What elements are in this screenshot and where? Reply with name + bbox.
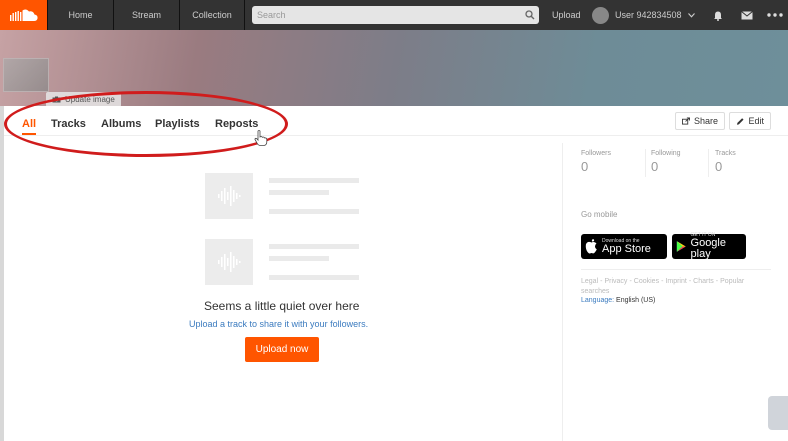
footer-links: Legal - Privacy - Cookies - Imprint - Charts - Pop… [581,277,766,297]
edit-label: Edit [748,116,764,126]
footer-link-legal[interactable]: Legal [581,278,598,285]
app-store-badge[interactable]: Download on the App Store [581,234,667,259]
google-play-big-text: Google play [690,237,726,260]
sidebar-divider [562,143,563,441]
avatar [592,6,609,24]
placeholder-line [269,256,329,261]
placeholder-line [269,178,359,183]
stat-separator [645,149,646,177]
footer-link-privacy[interactable]: Privacy [604,278,627,285]
sidebar-rule [581,269,771,270]
stat-label: Following [651,150,681,157]
footer-link-imprint[interactable]: Imprint [665,278,686,285]
placeholder-line [269,244,359,249]
footer-separator: - [688,278,692,285]
nav-home[interactable]: Home [47,0,113,30]
search-input[interactable] [252,6,521,24]
notifications-bell-icon[interactable] [708,0,728,30]
stat-value: 0 [715,159,723,174]
watermark-logo [768,396,788,430]
language-selector[interactable]: Language: English (US) [581,297,655,304]
chevron-down-icon [687,10,695,20]
stat-separator [708,149,709,177]
app-store-text: Download on the App Store [602,238,651,255]
placeholder-waveform-icon [205,239,253,285]
nav-upload[interactable]: Upload [552,0,581,30]
google-play-text: GET IT ON Google play [691,233,742,260]
stat-value: 0 [581,159,589,174]
pencil-icon [736,117,744,125]
app-store-big-text: App Store [602,242,651,255]
stat-followers[interactable]: Followers 0 [581,150,611,174]
user-menu[interactable]: User 942834508 [592,0,695,30]
profile-image[interactable] [3,58,49,92]
placeholder-line [269,190,329,195]
stat-label: Tracks [715,150,736,157]
upload-now-button[interactable]: Upload now [245,337,319,362]
cloud-icon [9,9,38,21]
search-icon[interactable] [521,6,539,24]
search-box [252,6,539,24]
empty-state-upload-link[interactable]: Upload a track to share it with your fol… [189,319,368,329]
more-options-icon[interactable] [764,0,786,30]
go-mobile-heading: Go mobile [581,210,618,219]
footer-separator: - [600,278,603,285]
google-play-icon [676,241,686,252]
footer-separator: - [661,278,664,285]
google-play-badge[interactable]: GET IT ON Google play [672,233,746,260]
messages-envelope-icon[interactable] [737,0,757,30]
share-button[interactable]: Share [675,112,725,130]
share-label: Share [693,116,718,126]
soundcloud-logo[interactable] [0,0,47,30]
stat-label: Followers [581,150,611,157]
placeholder-line [269,209,359,214]
share-icon [682,117,690,125]
nav-collection[interactable]: Collection [179,0,245,30]
edit-button[interactable]: Edit [729,112,771,130]
footer-link-charts[interactable]: Charts [693,278,714,285]
placeholder-line [269,275,359,280]
hand-cursor-icon [254,130,268,151]
username-label: User 942834508 [615,10,682,20]
nav-stream[interactable]: Stream [113,0,179,30]
stat-following[interactable]: Following 0 [651,150,681,174]
footer-separator: - [715,278,719,285]
empty-state-title: Seems a little quiet over here [204,299,360,313]
stat-value: 0 [651,159,659,174]
stat-tracks[interactable]: Tracks 0 [715,150,736,174]
language-value: English (US) [616,297,656,304]
apple-icon [585,239,597,254]
footer-link-cookies[interactable]: Cookies [634,278,659,285]
placeholder-waveform-icon [205,173,253,219]
red-annotation-circle [4,91,288,157]
language-label: Language: [581,297,615,304]
footer-separator: - [629,278,632,285]
